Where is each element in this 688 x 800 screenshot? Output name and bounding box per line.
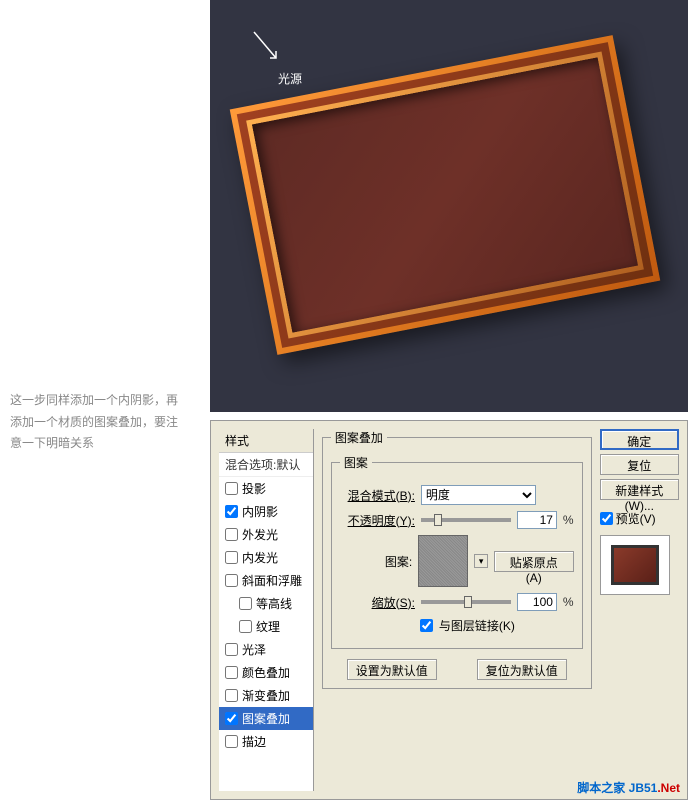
style-item-等高线[interactable]: 等高线: [219, 592, 313, 615]
styles-list: 样式 混合选项:默认 投影内阴影外发光内发光斜面和浮雕等高线纹理光泽颜色叠加渐变…: [219, 429, 314, 791]
style-label: 颜色叠加: [242, 664, 290, 681]
style-label: 图案叠加: [242, 710, 290, 727]
pattern-swatch[interactable]: [418, 535, 468, 587]
pattern-overlay-group: 图案叠加 图案 混合模式(B): 明度 不透明度(Y): % 图案: ▾: [322, 429, 592, 689]
style-item-渐变叠加[interactable]: 渐变叠加: [219, 684, 313, 707]
step-description: 这一步同样添加一个内阴影，再添加一个材质的图案叠加，要注意一下明暗关系: [10, 390, 185, 455]
style-label: 光泽: [242, 641, 266, 658]
style-label: 投影: [242, 480, 266, 497]
pattern-group-label: 图案: [340, 454, 372, 471]
opacity-percent: %: [563, 513, 574, 527]
style-item-颜色叠加[interactable]: 颜色叠加: [219, 661, 313, 684]
layer-style-dialog: 样式 混合选项:默认 投影内阴影外发光内发光斜面和浮雕等高线纹理光泽颜色叠加渐变…: [210, 420, 688, 800]
style-checkbox[interactable]: [225, 574, 238, 587]
style-item-投影[interactable]: 投影: [219, 477, 313, 500]
opacity-label: 不透明度(Y):: [340, 512, 415, 529]
style-item-内阴影[interactable]: 内阴影: [219, 500, 313, 523]
blend-mode-label: 混合模式(B):: [340, 487, 415, 504]
canvas-preview: 光源: [210, 0, 688, 412]
link-layer-label: 与图层链接(K): [439, 617, 515, 634]
style-item-光泽[interactable]: 光泽: [219, 638, 313, 661]
scale-percent: %: [563, 595, 574, 609]
style-checkbox[interactable]: [239, 620, 252, 633]
style-label: 纹理: [256, 618, 280, 635]
pattern-dropdown-icon[interactable]: ▾: [474, 554, 488, 568]
pattern-overlay-panel: 图案叠加 图案 混合模式(B): 明度 不透明度(Y): % 图案: ▾: [314, 421, 600, 799]
preview-checkbox[interactable]: [600, 512, 613, 525]
preview-thumbnail: [600, 535, 670, 595]
watermark: 脚本之家 JB51.Net: [577, 779, 680, 796]
opacity-input[interactable]: [517, 511, 557, 529]
style-label: 外发光: [242, 526, 278, 543]
style-item-斜面和浮雕[interactable]: 斜面和浮雕: [219, 569, 313, 592]
new-style-button[interactable]: 新建样式(W)...: [600, 479, 679, 500]
style-item-图案叠加[interactable]: 图案叠加: [219, 707, 313, 730]
scale-slider[interactable]: [421, 600, 511, 604]
dialog-buttons: 确定 复位 新建样式(W)... 预览(V): [600, 421, 687, 799]
scale-input[interactable]: [517, 593, 557, 611]
link-layer-checkbox[interactable]: [420, 619, 433, 632]
style-label: 渐变叠加: [242, 687, 290, 704]
cancel-button[interactable]: 复位: [600, 454, 679, 475]
style-checkbox[interactable]: [225, 551, 238, 564]
style-checkbox[interactable]: [225, 666, 238, 679]
styles-header[interactable]: 样式: [219, 429, 313, 453]
style-checkbox[interactable]: [225, 482, 238, 495]
style-item-内发光[interactable]: 内发光: [219, 546, 313, 569]
set-default-button[interactable]: 设置为默认值: [347, 659, 437, 680]
style-label: 内发光: [242, 549, 278, 566]
style-label: 内阴影: [242, 503, 278, 520]
style-item-描边[interactable]: 描边: [219, 730, 313, 753]
light-source-label: 光源: [278, 70, 302, 87]
style-checkbox[interactable]: [239, 597, 252, 610]
style-label: 描边: [242, 733, 266, 750]
scale-label: 缩放(S):: [340, 594, 415, 611]
reset-default-button[interactable]: 复位为默认值: [477, 659, 567, 680]
style-checkbox[interactable]: [225, 505, 238, 518]
style-item-外发光[interactable]: 外发光: [219, 523, 313, 546]
preview-label: 预览(V): [616, 510, 656, 527]
style-label: 等高线: [256, 595, 292, 612]
snap-origin-button[interactable]: 贴紧原点(A): [494, 551, 574, 572]
style-checkbox[interactable]: [225, 712, 238, 725]
style-item-纹理[interactable]: 纹理: [219, 615, 313, 638]
style-checkbox[interactable]: [225, 735, 238, 748]
style-label: 斜面和浮雕: [242, 572, 302, 589]
pattern-label: 图案:: [340, 553, 412, 570]
light-arrow-icon: [252, 30, 282, 65]
style-checkbox[interactable]: [225, 528, 238, 541]
pattern-subgroup: 图案 混合模式(B): 明度 不透明度(Y): % 图案: ▾ 贴紧原点(A): [331, 454, 583, 649]
panel-title: 图案叠加: [331, 429, 387, 446]
style-checkbox[interactable]: [225, 643, 238, 656]
blend-options-item[interactable]: 混合选项:默认: [219, 453, 313, 477]
ok-button[interactable]: 确定: [600, 429, 679, 450]
opacity-slider[interactable]: [421, 518, 511, 522]
blend-mode-select[interactable]: 明度: [421, 485, 536, 505]
style-checkbox[interactable]: [225, 689, 238, 702]
